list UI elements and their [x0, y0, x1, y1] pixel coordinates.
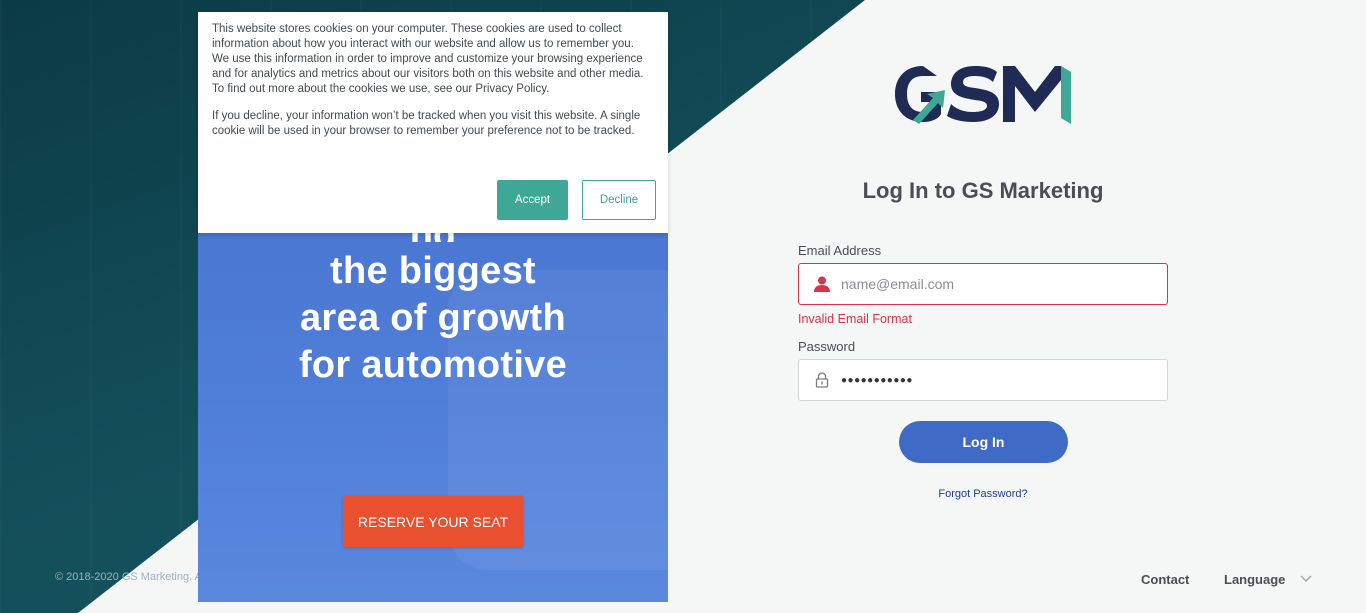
decline-cookies-button[interactable]: Decline [582, 180, 656, 220]
cookie-text-2: If you decline, your information won’t b… [212, 110, 641, 137]
password-input[interactable] [841, 360, 1151, 400]
login-button[interactable]: Log In [899, 421, 1068, 463]
lock-icon [815, 372, 829, 388]
promo-line-1: the biggest [330, 250, 536, 292]
contact-link[interactable]: Contact [1141, 572, 1189, 587]
password-label: Password [798, 339, 856, 354]
promo-line-2: area of growth [299, 297, 566, 339]
reserve-seat-button[interactable]: RESERVE YOUR SEAT [343, 496, 523, 547]
password-field[interactable] [798, 359, 1168, 401]
user-icon [814, 276, 830, 292]
email-input[interactable] [841, 264, 1151, 304]
accept-cookies-button[interactable]: Accept [497, 180, 568, 220]
forgot-password-link[interactable]: Forgot Password? [898, 488, 1068, 500]
cookie-banner: This website stores cookies on your comp… [198, 12, 668, 233]
cookie-buttons: Accept Decline [497, 180, 656, 220]
language-selector[interactable]: Language [1224, 572, 1285, 587]
login-title: Log In to GS Marketing [862, 178, 1104, 203]
promo-panel: ng the biggest area of growth for automo… [198, 230, 668, 602]
email-error-text: Invalid Email Format [798, 312, 912, 326]
chevron-down-icon[interactable] [1299, 574, 1313, 584]
email-label: Email Address [798, 243, 882, 258]
promo-line-3: for automotive [298, 344, 568, 386]
gsm-logo [895, 66, 1071, 124]
email-field[interactable] [798, 263, 1168, 305]
cookie-text-1: This website stores cookies on your comp… [212, 23, 644, 95]
